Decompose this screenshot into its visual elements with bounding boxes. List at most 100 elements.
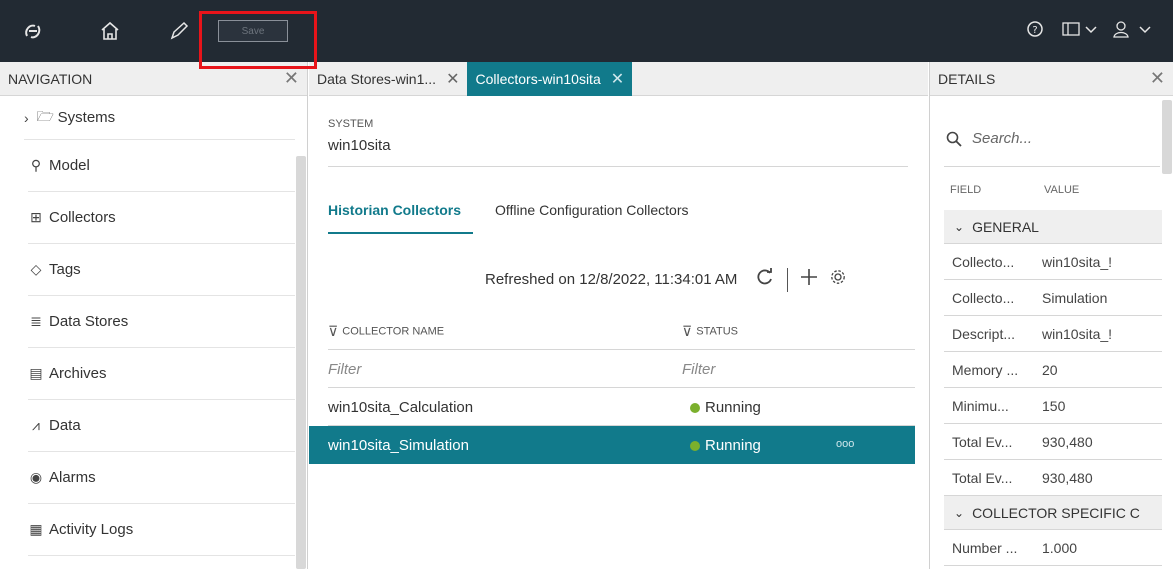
divider	[328, 166, 908, 167]
system-label: SYSTEM	[328, 118, 374, 130]
log-icon: ▦	[29, 521, 43, 537]
detail-row: Collecto... Simulation	[944, 280, 1162, 316]
tab-historian-collectors[interactable]: Historian Collectors	[328, 202, 461, 218]
status-cell: Running	[690, 399, 761, 416]
alarm-icon: ◉	[29, 469, 43, 485]
database-icon: ≣	[30, 313, 42, 329]
table-row-selected[interactable]: win10sita_Simulation Running ooo	[309, 426, 915, 464]
more-options-icon[interactable]: ooo	[836, 438, 854, 450]
filter-input-status[interactable]: Filter	[682, 361, 715, 378]
chevron-down-icon: ⌄	[954, 505, 965, 520]
detail-row: Memory ... 20	[944, 352, 1162, 388]
refresh-bar: Refreshed on 12/8/2022, 11:34:01 AM	[485, 267, 846, 292]
gear-icon[interactable]	[830, 269, 846, 290]
close-icon[interactable]: ✕	[1150, 68, 1165, 89]
tab-bar: Data Stores-win1... ✕ Collectors-win10si…	[309, 62, 928, 96]
tab-label: Data Stores-win1...	[317, 71, 437, 87]
value-column-header: VALUE	[1044, 184, 1080, 196]
tab-offline-configuration-collectors[interactable]: Offline Configuration Collectors	[495, 202, 689, 218]
tab-collectors[interactable]: Collectors-win10sita ✕	[467, 62, 633, 96]
divider	[944, 166, 1160, 167]
logo-icon[interactable]	[20, 18, 46, 44]
column-header-collector-name[interactable]: ⊽ COLLECTOR NAME	[328, 323, 444, 340]
search-input[interactable]: Search...	[972, 130, 1032, 147]
details-panel: DETAILS ✕ Search... FIELD VALUE ⌄ GENERA…	[929, 62, 1173, 569]
sidebar-item-label: Data Stores	[49, 313, 129, 330]
table-row[interactable]: win10sita_Calculation Running	[328, 388, 915, 426]
details-scrollbar[interactable]	[1162, 100, 1172, 174]
column-header-status[interactable]: ⊽ STATUS	[682, 323, 738, 340]
add-icon[interactable]	[800, 268, 818, 291]
top-bar: Save ?	[0, 0, 1173, 69]
user-icon[interactable]	[1112, 20, 1158, 38]
filter-icon[interactable]: ⊽	[328, 323, 338, 340]
refresh-icon[interactable]	[755, 267, 775, 292]
collector-name: win10sita_Calculation	[328, 399, 474, 416]
sidebar-item-activity-logs[interactable]: ▦ Activity Logs	[28, 504, 295, 556]
detail-row: Number ... 1.000	[944, 530, 1162, 566]
tag-icon: ◇	[30, 261, 42, 277]
navigation-scrollbar[interactable]	[296, 156, 306, 569]
details-header: DETAILS ✕	[930, 62, 1173, 96]
search-icon	[946, 131, 962, 147]
home-icon[interactable]	[97, 18, 123, 44]
collectors-icon: ⊞	[30, 209, 42, 225]
main-panel: Data Stores-win1... ✕ Collectors-win10si…	[309, 62, 928, 569]
collector-name: win10sita_Simulation	[328, 437, 469, 454]
chevron-down-icon: ⌄	[954, 219, 965, 234]
details-title: DETAILS	[938, 70, 996, 87]
sidebar-item-collectors[interactable]: ⊞ Collectors	[28, 192, 295, 244]
search-field[interactable]: Search...	[946, 130, 1032, 147]
pen-icon[interactable]	[166, 18, 192, 44]
collectors-table: ⊽ COLLECTOR NAME ⊽ STATUS Filter Filter wi…	[309, 312, 915, 464]
sidebar-item-data-stores[interactable]: ≣ Data Stores	[28, 296, 295, 348]
chart-icon: ⩘	[32, 417, 40, 433]
sidebar-item-archives[interactable]: ▤ Archives	[28, 348, 295, 400]
sidebar-item-systems[interactable]: › 🗁 Systems	[24, 96, 295, 140]
sidebar-item-model[interactable]: ⚲ Model	[28, 140, 295, 192]
detail-row: Minimu... 150	[944, 388, 1162, 424]
highlight-box	[199, 11, 317, 69]
navigation-list: › 🗁 Systems ⚲ Model ⊞ Collectors ◇ Tags …	[0, 96, 295, 556]
refreshed-text: Refreshed on 12/8/2022, 11:34:01 AM	[485, 271, 738, 288]
sidebar-item-label: Model	[49, 157, 90, 174]
sidebar-item-label: Archives	[49, 365, 107, 382]
help-icon[interactable]: ?	[1026, 20, 1044, 38]
active-tab-indicator	[328, 232, 473, 234]
details-list: ⌄ GENERAL Collecto... win10sita_! Collect…	[944, 210, 1162, 566]
model-icon: ⚲	[30, 157, 42, 173]
navigation-panel: NAVIGATION ✕ › 🗁 Systems ⚲ Model ⊞ Colle…	[0, 62, 308, 569]
folder-icon: 🗁	[36, 107, 55, 124]
detail-row: Total Ev... 930,480	[944, 460, 1162, 496]
status-dot-icon	[690, 441, 700, 452]
tab-data-stores[interactable]: Data Stores-win1... ✕	[309, 62, 467, 96]
toolbar-separator	[787, 267, 789, 292]
sidebar-item-tags[interactable]: ◇ Tags	[28, 244, 295, 296]
table-header: ⊽ COLLECTOR NAME ⊽ STATUS	[328, 312, 915, 350]
sidebar-item-label: Tags	[49, 261, 81, 278]
sidebar-item-data[interactable]: ⩘ Data	[28, 400, 295, 452]
filter-row: Filter Filter	[328, 350, 915, 388]
detail-row: Descript... win10sita_!	[944, 316, 1162, 352]
group-collector-specific[interactable]: ⌄ COLLECTOR SPECIFIC C	[944, 496, 1162, 530]
sidebar-item-alarms[interactable]: ◉ Alarms	[28, 452, 295, 504]
status-cell: Running	[690, 437, 761, 454]
sidebar-item-label: Collectors	[49, 209, 116, 226]
archive-icon: ▤	[29, 365, 43, 381]
field-column-header: FIELD	[950, 184, 982, 196]
sidebar-item-label: Data	[49, 417, 81, 434]
group-general[interactable]: ⌄ GENERAL	[944, 210, 1162, 244]
chevron-right-icon[interactable]: ›	[24, 110, 29, 126]
svg-text:?: ?	[1032, 25, 1037, 36]
close-icon[interactable]: ✕	[611, 69, 624, 89]
sidebar-item-label: Alarms	[49, 469, 96, 486]
navigation-title: NAVIGATION	[8, 70, 93, 87]
close-icon[interactable]: ✕	[446, 69, 459, 89]
system-value: win10sita	[328, 137, 391, 154]
filter-input-name[interactable]: Filter	[328, 361, 361, 378]
detail-row: Collecto... win10sita_!	[944, 244, 1162, 280]
close-icon[interactable]: ✕	[284, 68, 299, 89]
layout-icon[interactable]	[1062, 20, 1100, 38]
filter-icon[interactable]: ⊽	[682, 323, 692, 340]
tab-label: Collectors-win10sita	[475, 71, 601, 87]
